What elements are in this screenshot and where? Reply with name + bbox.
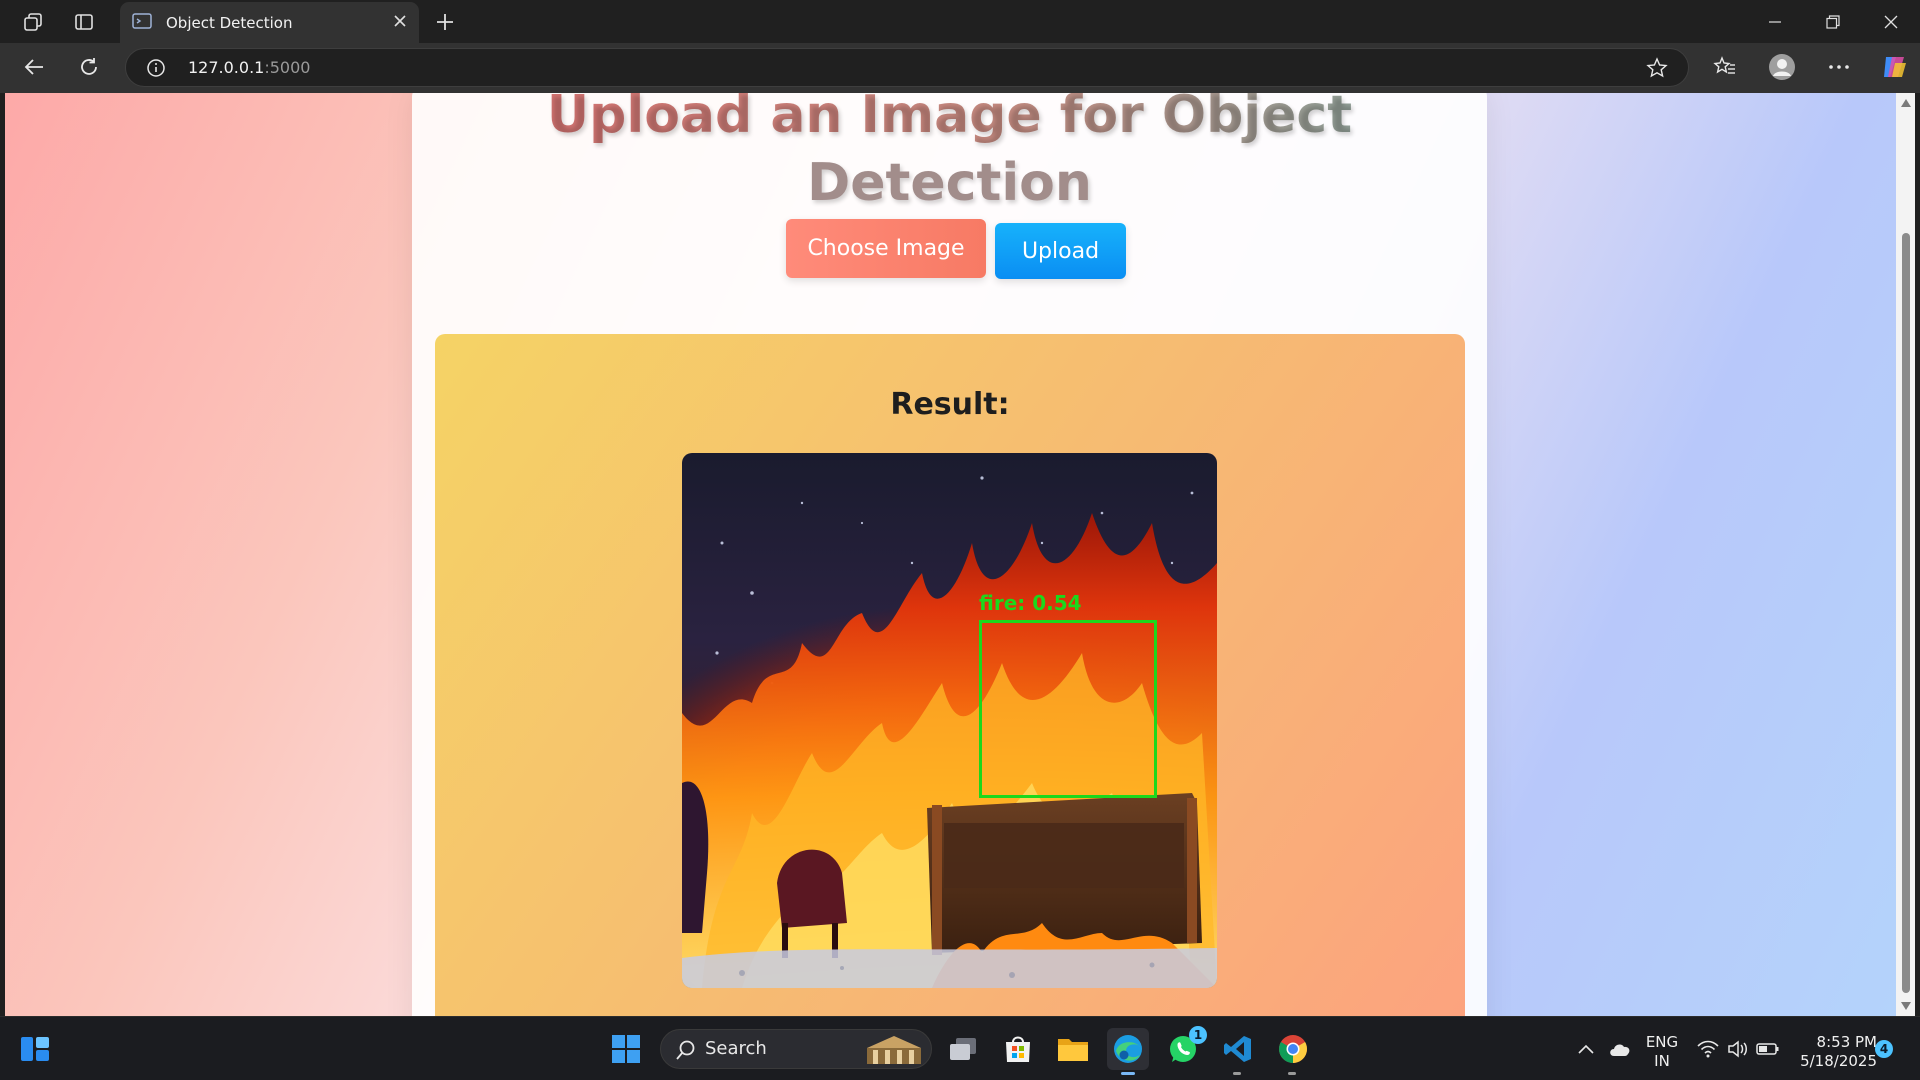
show-hidden-icons-button[interactable] [1568, 1028, 1604, 1070]
windows-start-icon [612, 1035, 640, 1063]
scroll-down-arrow-icon[interactable] [1901, 1002, 1911, 1010]
title-bar: Object Detection [0, 0, 1920, 43]
search-highlight-icon [863, 1034, 925, 1070]
store-button[interactable] [997, 1028, 1039, 1070]
refresh-button[interactable] [69, 49, 109, 85]
site-info-icon[interactable] [146, 58, 166, 82]
running-indicator [1233, 1072, 1241, 1075]
page-viewport: Upload an Image for Object Detection Cho… [5, 93, 1896, 1016]
heading-line-2: Detection [807, 153, 1092, 213]
favorite-star-icon[interactable] [1646, 57, 1668, 83]
edge-button[interactable] [1107, 1028, 1149, 1075]
result-title: Result: [890, 387, 1010, 422]
heading-line-1: Upload an Image for Object [412, 93, 1487, 149]
microsoft-store-icon [1006, 1036, 1030, 1062]
copilot-icon [1884, 57, 1906, 77]
whatsapp-button[interactable]: 1 [1162, 1026, 1207, 1070]
whatsapp-badge: 1 [1189, 1026, 1207, 1044]
battery-icon [1756, 1043, 1779, 1055]
upload-card: Upload an Image for Object Detection Cho… [412, 93, 1487, 1016]
favorites-list-icon [1713, 56, 1735, 74]
chrome-icon [1279, 1035, 1307, 1063]
region-code: IN [1654, 1052, 1670, 1070]
more-options-icon [1829, 65, 1849, 69]
folder-icon [1058, 1039, 1088, 1061]
clock[interactable]: 8:53 PM 5/18/2025 [1793, 1033, 1877, 1071]
refresh-icon [81, 58, 97, 75]
close-icon [1884, 15, 1898, 28]
url-host: 127.0.0.1 [188, 58, 265, 77]
profile-avatar-icon [1769, 54, 1795, 80]
result-panel: Result: fire: 0.54 [435, 334, 1465, 1016]
back-button[interactable] [14, 49, 54, 85]
language-code: ENG [1645, 1033, 1679, 1051]
edge-browser-icon [1114, 1035, 1142, 1063]
url-text: 127.0.0.1:5000 [188, 49, 310, 86]
active-indicator [1121, 1072, 1135, 1075]
tab-title: Object Detection [166, 13, 293, 32]
scroll-up-arrow-icon[interactable] [1901, 99, 1911, 107]
notification-badge[interactable]: 4 [1875, 1040, 1893, 1058]
choose-image-button[interactable]: Choose Image [786, 219, 986, 278]
copilot-button[interactable] [1874, 49, 1914, 85]
close-window-button[interactable] [1862, 0, 1920, 43]
profile-button[interactable] [1762, 49, 1802, 85]
restore-button[interactable] [1804, 0, 1862, 43]
plus-icon [437, 14, 453, 30]
widgets-icon [21, 1037, 49, 1061]
vertical-scrollbar[interactable] [1896, 93, 1915, 1016]
tab-actions-icon[interactable] [63, 4, 105, 40]
restore-icon [1826, 14, 1840, 29]
task-view-button[interactable] [942, 1028, 984, 1070]
page-favicon-icon [132, 12, 152, 34]
workspaces-icon[interactable] [12, 4, 54, 40]
taskbar-search[interactable]: Search [660, 1029, 932, 1069]
wifi-icon [1697, 1040, 1719, 1058]
page-heading: Upload an Image for Object Detection [412, 93, 1487, 217]
tab-object-detection[interactable]: Object Detection [120, 2, 419, 43]
back-arrow-icon [24, 59, 43, 75]
minimize-button[interactable] [1746, 0, 1804, 43]
scroll-thumb[interactable] [1902, 233, 1910, 993]
speaker-icon [1728, 1040, 1747, 1058]
favorites-button[interactable] [1705, 49, 1745, 85]
clock-date: 5/18/2025 [1800, 1052, 1877, 1070]
vscode-icon [1224, 1036, 1251, 1062]
chevron-up-icon [1578, 1044, 1594, 1054]
search-label: Search [705, 1038, 767, 1059]
navigation-bar: 127.0.0.1:5000 [0, 43, 1920, 93]
settings-menu-button[interactable] [1819, 49, 1859, 85]
result-image: fire: 0.54 [682, 453, 1217, 988]
vscode-button[interactable] [1217, 1028, 1259, 1075]
detection-bounding-box [979, 620, 1157, 798]
minimize-icon [1769, 20, 1781, 23]
cloud-icon [1610, 1044, 1630, 1056]
language-indicator[interactable]: ENG IN [1643, 1033, 1681, 1071]
new-tab-button[interactable] [424, 4, 466, 40]
address-bar[interactable]: 127.0.0.1:5000 [125, 48, 1689, 87]
close-tab-icon[interactable] [393, 13, 407, 32]
widgets-button[interactable] [14, 1028, 56, 1070]
battery-button[interactable] [1750, 1028, 1786, 1070]
task-view-icon [950, 1038, 976, 1060]
taskbar: Search 1 ENG IN 8:53 PM 5/18/2025 4 [0, 1016, 1920, 1080]
chrome-button[interactable] [1272, 1028, 1314, 1075]
onedrive-button[interactable] [1602, 1028, 1638, 1070]
search-icon [675, 1039, 697, 1065]
upload-button[interactable]: Upload [995, 223, 1126, 279]
clock-time: 8:53 PM [1816, 1033, 1877, 1051]
url-port: :5000 [264, 58, 311, 77]
detection-label: fire: 0.54 [979, 591, 1082, 615]
file-explorer-button[interactable] [1052, 1028, 1094, 1070]
start-button[interactable] [605, 1028, 647, 1070]
running-indicator [1288, 1072, 1296, 1075]
